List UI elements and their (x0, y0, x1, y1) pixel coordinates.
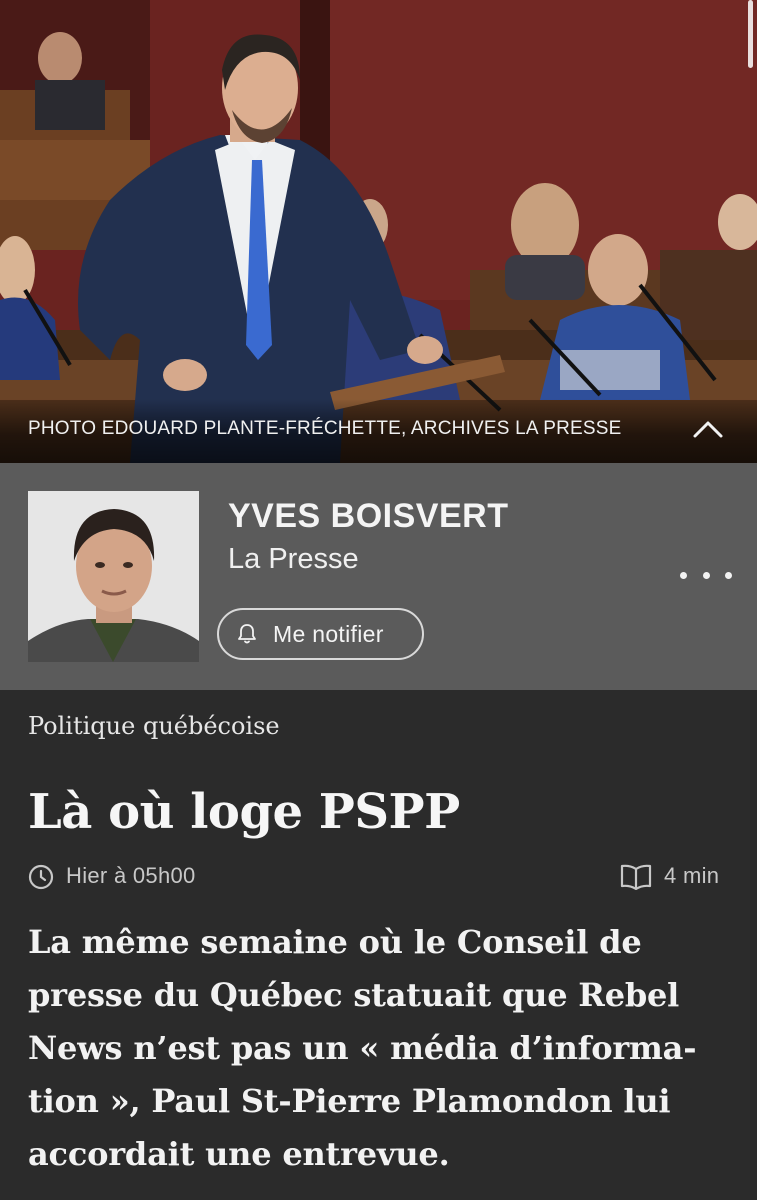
bell-icon (238, 624, 256, 644)
article-lede: La même semaine où le Conseil de presse … (28, 916, 728, 1181)
more-dot (725, 571, 732, 579)
more-dot (702, 571, 710, 579)
parliament-photo (0, 0, 757, 463)
lede-line: presse du Québec statuait que Rebel (28, 976, 680, 1014)
notify-button[interactable]: Me notifier (217, 608, 424, 660)
author-card: YVES BOISVERT La Presse Me notifier (0, 463, 757, 690)
publish-time: Hier à 05h00 (66, 863, 196, 888)
lede-line: accordait une entrevue. (28, 1135, 450, 1173)
section-link[interactable]: Politique québécoise (28, 712, 280, 740)
lede-line: tion », Paul St-Pierre Plamondon lui (28, 1082, 671, 1120)
author-name[interactable]: YVES BOISVERT (228, 497, 508, 536)
lede-line: News n’est pas un « média d’informa- (28, 1029, 697, 1067)
author-outlet: La Presse (228, 543, 359, 575)
article-title: Là où loge PSPP (28, 784, 460, 840)
notify-button-label: Me notifier (273, 620, 384, 647)
author-portrait (28, 491, 199, 662)
scrollbar-thumb[interactable] (748, 0, 753, 68)
article-meta: Hier à 05h00 4 min (28, 860, 728, 894)
lede-line: La même semaine où le Conseil de (28, 923, 642, 961)
more-horizontal-icon (680, 571, 687, 579)
chevron-up-icon (693, 421, 723, 438)
clock-icon (28, 864, 54, 890)
more-options-button[interactable] (680, 561, 732, 589)
collapse-caption-button[interactable] (690, 414, 726, 444)
author-avatar[interactable] (28, 491, 199, 662)
book-open-icon (620, 864, 652, 890)
photo-credit: PHOTO EDOUARD PLANTE-FRÉCHETTE, ARCHIVES… (28, 418, 622, 439)
reading-time: 4 min (664, 863, 720, 888)
article-hero-photo: PHOTO EDOUARD PLANTE-FRÉCHETTE, ARCHIVES… (0, 0, 757, 463)
